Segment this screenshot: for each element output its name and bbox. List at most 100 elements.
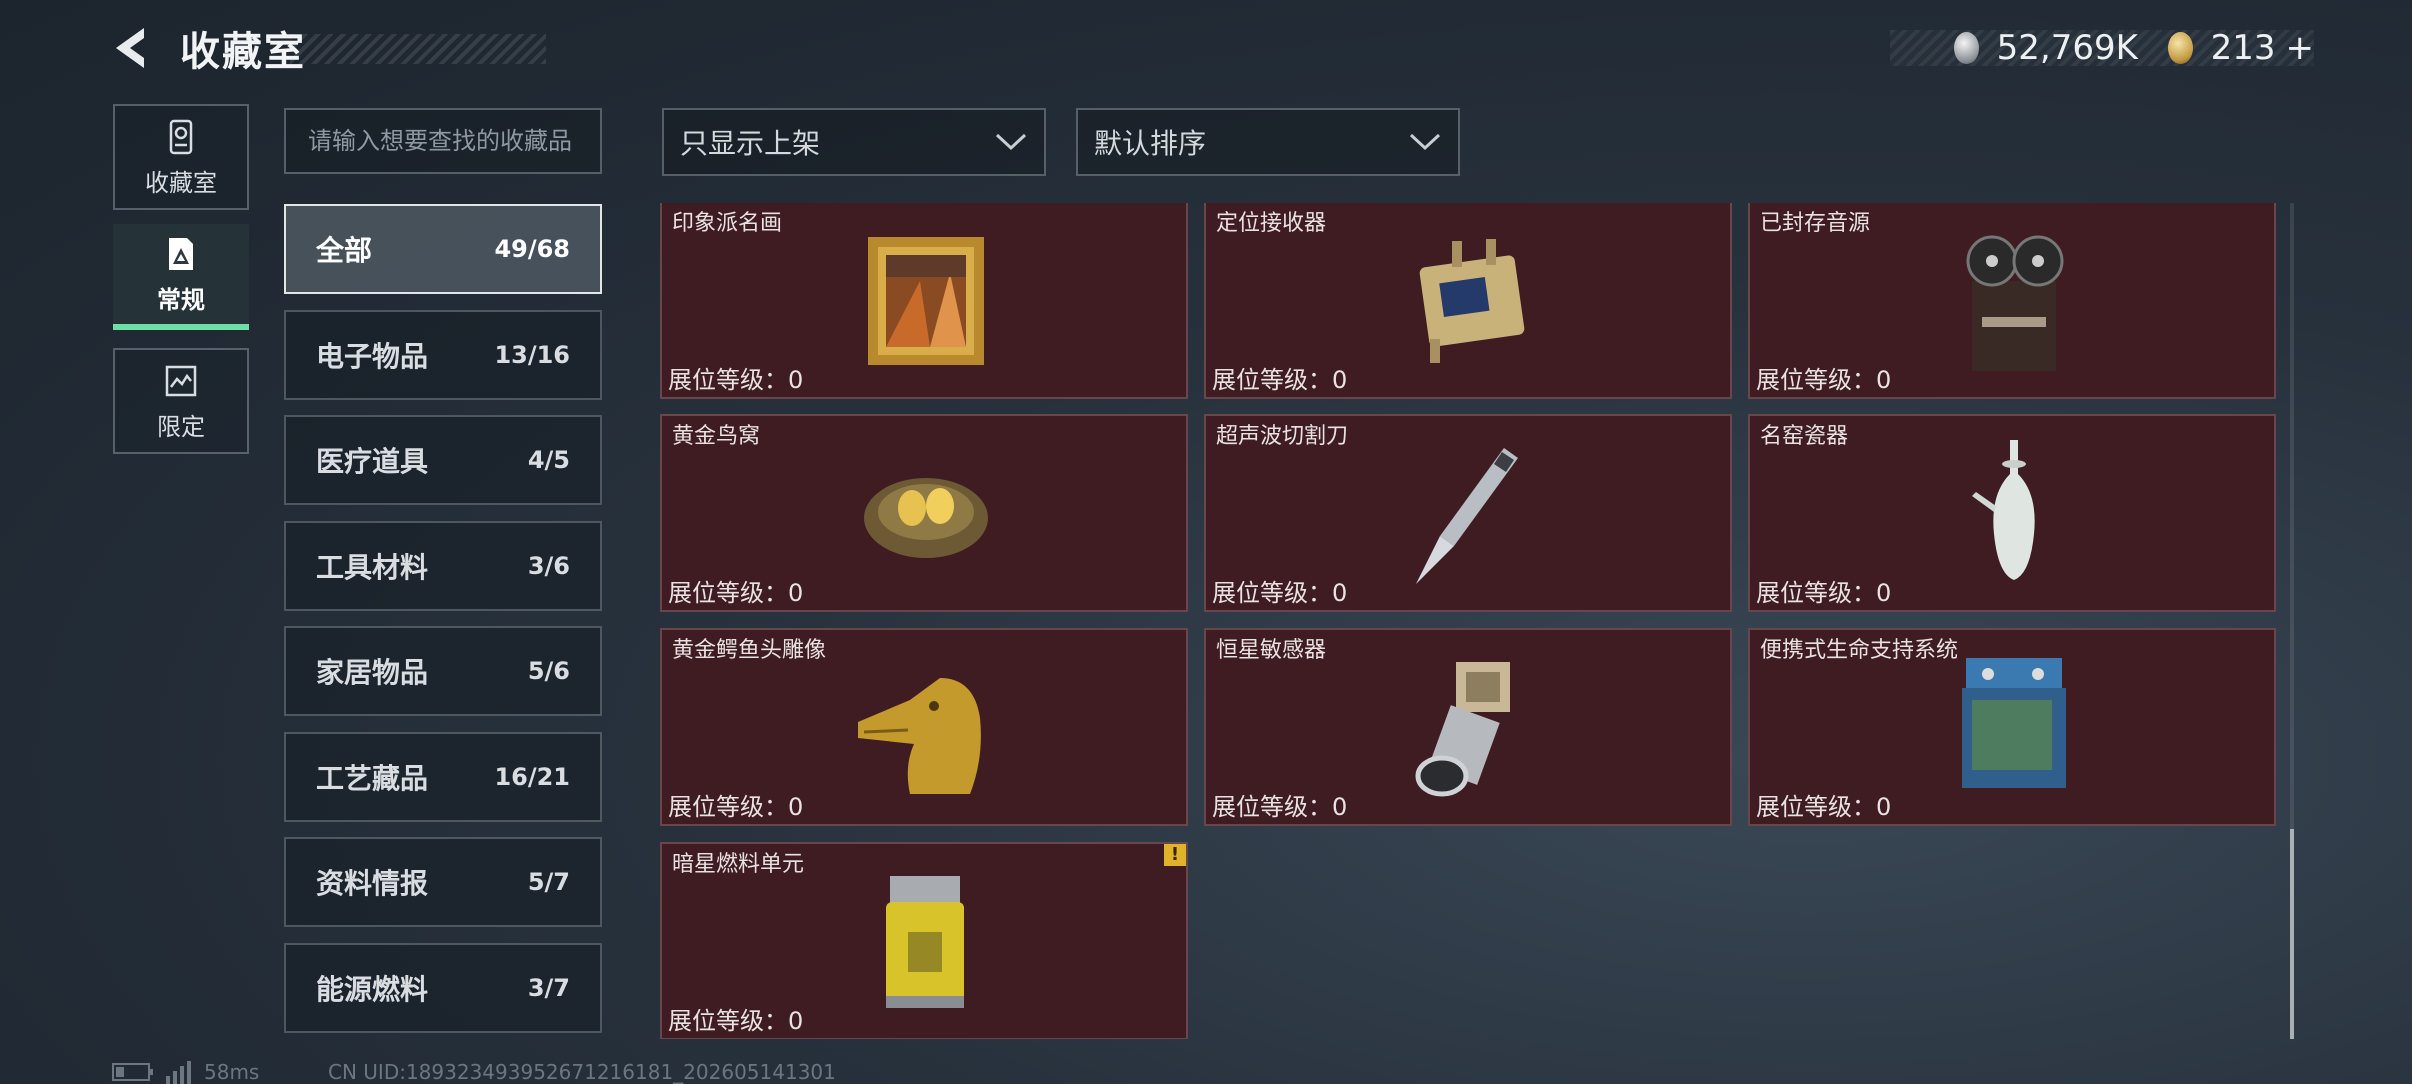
battery-icon	[112, 1063, 153, 1081]
category-crafts[interactable]: 工艺藏品 16/21	[284, 732, 602, 822]
fuel-cell-icon	[886, 876, 964, 1008]
category-count: 49/68	[494, 235, 570, 263]
item-level: 展位等级：0	[1756, 579, 1892, 607]
rail-label: 收藏室	[145, 168, 217, 197]
category-count: 13/16	[494, 341, 570, 369]
item-name: 超声波切割刀	[1216, 424, 1349, 449]
item-card[interactable]: 定位接收器 展位等级：0	[1204, 203, 1732, 399]
item-card[interactable]: 恒星敏感器 展位等级：0	[1204, 628, 1732, 826]
category-name: 工艺藏品	[316, 762, 429, 795]
item-level: 展位等级：0	[1212, 793, 1348, 821]
ultrasonic-knife-icon	[1416, 448, 1518, 584]
scroll-thumb[interactable]	[2290, 829, 2294, 1039]
signal-icon	[166, 1061, 191, 1084]
page-title-wrap: 收藏室	[180, 18, 306, 78]
coin-balance: 52,769K	[1996, 28, 2138, 68]
category-name: 医疗道具	[316, 445, 429, 478]
category-name: 工具材料	[316, 551, 429, 584]
filter-dropdown-label: 只显示上架	[680, 127, 821, 160]
sort-dropdown-label: 默认排序	[1094, 127, 1207, 160]
token-icon	[2167, 32, 2193, 64]
top-bar: 收藏室 52,769K 213 +	[0, 0, 2412, 96]
category-count: 3/7	[527, 974, 570, 1002]
item-level: 展位等级：0	[1756, 793, 1892, 821]
item-name: 黄金鸟窝	[672, 424, 761, 449]
back-arrow-icon[interactable]	[110, 24, 158, 72]
item-level: 展位等级：0	[1212, 579, 1348, 607]
shrine-icon	[169, 119, 193, 154]
porcelain-vase-icon	[1972, 440, 2035, 580]
item-card[interactable]: 名窑瓷器 展位等级：0	[1748, 414, 2276, 612]
search-input[interactable]	[284, 108, 602, 174]
coin-icon	[1954, 32, 1979, 64]
item-card[interactable]: 印象派名画 展位等级：0	[660, 203, 1188, 399]
item-name: 暗星燃料单元	[672, 852, 805, 877]
category-name: 全部	[316, 234, 373, 267]
item-name: 印象派名画	[672, 211, 783, 236]
category-intel[interactable]: 资料情报 5/7	[284, 837, 602, 927]
golden-nest-icon	[864, 478, 988, 558]
painting-icon	[868, 237, 984, 365]
rail-limited[interactable]: 限定	[113, 348, 249, 454]
sort-dropdown[interactable]: 默认排序	[1076, 108, 1460, 176]
category-fuel[interactable]: 能源燃料 3/7	[284, 943, 602, 1033]
item-card[interactable]: 超声波切割刀 展位等级：0	[1204, 414, 1732, 612]
receiver-icon	[1419, 239, 1525, 363]
chevron-down-icon	[1409, 133, 1441, 151]
category-name: 家居物品	[316, 656, 429, 689]
golden-crocodile-icon	[858, 678, 981, 794]
item-level: 展位等级：0	[668, 793, 804, 821]
item-card[interactable]: 黄金鳄鱼头雕像 展位等级：0	[660, 628, 1188, 826]
item-name: 定位接收器	[1216, 211, 1327, 236]
category-all[interactable]: 全部 49/68	[284, 204, 602, 294]
category-count: 4/5	[527, 446, 570, 474]
ping-text: 58ms	[204, 1060, 260, 1084]
category-count: 5/7	[527, 868, 570, 896]
category-tools[interactable]: 工具材料 3/6	[284, 521, 602, 611]
item-name: 名窑瓷器	[1760, 424, 1849, 449]
tape-recorder-icon	[1966, 235, 2064, 371]
category-count: 16/21	[494, 763, 570, 791]
category-name: 能源燃料	[316, 973, 429, 1006]
item-name: 恒星敏感器	[1216, 638, 1327, 663]
status-footer: 58ms	[112, 1060, 259, 1084]
item-level: 展位等级：0	[668, 1007, 804, 1035]
filter-dropdown[interactable]: 只显示上架	[662, 108, 1046, 176]
item-level: 展位等级：0	[668, 366, 804, 394]
rail-label: 常规	[157, 285, 205, 314]
token-balance: 213	[2210, 28, 2276, 68]
rail-label: 限定	[157, 412, 205, 441]
uid-text: CN UID:18932349395267121​6181_2026051413…	[328, 1060, 836, 1084]
item-card[interactable]: 已封存音源 展位等级：0	[1748, 203, 2276, 399]
category-household[interactable]: 家居物品 5/6	[284, 626, 602, 716]
item-grid: 印象派名画 展位等级：0 定位接收器 展位等级：0 已封存音源 展位等级：0 黄…	[660, 203, 2278, 1039]
rail-regular[interactable]: 常规	[113, 224, 249, 330]
page-title: 收藏室	[180, 29, 306, 75]
item-card[interactable]: 黄金鸟窝 展位等级：0	[660, 414, 1188, 612]
item-card[interactable]: ! 暗星燃料单元 展位等级：0	[660, 842, 1188, 1039]
chevron-down-icon	[995, 133, 1027, 151]
item-name: 便携式生命支持系统	[1760, 638, 1959, 663]
category-medical[interactable]: 医疗道具 4/5	[284, 415, 602, 505]
item-name: 已封存音源	[1760, 211, 1871, 236]
category-count: 5/6	[527, 657, 570, 685]
limited-icon	[165, 365, 197, 396]
currency-bar: 52,769K 213 +	[1890, 28, 2314, 68]
category-electronics[interactable]: 电子物品 13/16	[284, 310, 602, 400]
item-card[interactable]: 便携式生命支持系统 展位等级：0	[1748, 628, 2276, 826]
category-name: 电子物品	[316, 340, 429, 373]
add-tokens-button[interactable]: +	[2285, 28, 2314, 68]
item-level: 展位等级：0	[668, 579, 804, 607]
warning-badge: !	[1164, 844, 1186, 866]
scrollbar[interactable]	[2290, 203, 2294, 1039]
category-count: 3/6	[527, 552, 570, 580]
category-name: 资料情报	[316, 867, 429, 900]
rail-collection-room[interactable]: 收藏室	[113, 104, 249, 210]
life-support-icon	[1962, 658, 2066, 788]
title-stripes	[290, 34, 546, 64]
item-level: 展位等级：0	[1756, 366, 1892, 394]
star-sensor-icon	[1415, 662, 1510, 797]
item-level: 展位等级：0	[1212, 366, 1348, 394]
card-icon	[169, 237, 193, 270]
item-name: 黄金鳄鱼头雕像	[672, 638, 827, 663]
